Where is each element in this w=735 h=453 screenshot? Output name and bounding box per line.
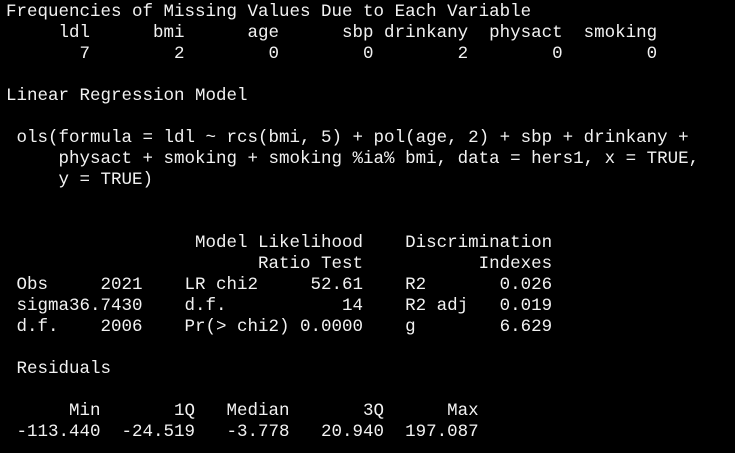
stats-header-row-2: Ratio Test Indexes: [6, 254, 553, 274]
stats-row-df: d.f. 2006 Pr(> chi2) 0.0000 g 6.629: [6, 317, 553, 337]
stats-row-sigma: sigma36.7430 d.f. 14 R2 adj 0.019: [6, 296, 553, 316]
missing-values-count-row: 7 2 0 0 2 0 0: [6, 44, 658, 64]
residuals-values-row: -113.440 -24.519 -3.778 20.940 197.087: [6, 422, 479, 442]
model-call-line-3: y = TRUE): [6, 170, 154, 190]
model-call-line-1: ols(formula = ldl ~ rcs(bmi, 5) + pol(ag…: [6, 128, 689, 148]
residuals-header-row: Min 1Q Median 3Q Max: [6, 401, 479, 421]
residuals-title: Residuals: [6, 359, 112, 379]
stats-row-obs: Obs 2021 LR chi2 52.61 R2 0.026: [6, 275, 553, 295]
r-console-output: Frequencies of Missing Values Due to Eac…: [0, 0, 735, 453]
missing-values-header-row: ldl bmi age sbp drinkany physact smoking: [6, 23, 658, 43]
stats-header-row-1: Model Likelihood Discrimination: [6, 233, 553, 253]
model-title: Linear Regression Model: [6, 86, 248, 106]
missing-values-title: Frequencies of Missing Values Due to Eac…: [6, 2, 532, 22]
model-call-line-2: physact + smoking + smoking %ia% bmi, da…: [6, 149, 700, 169]
